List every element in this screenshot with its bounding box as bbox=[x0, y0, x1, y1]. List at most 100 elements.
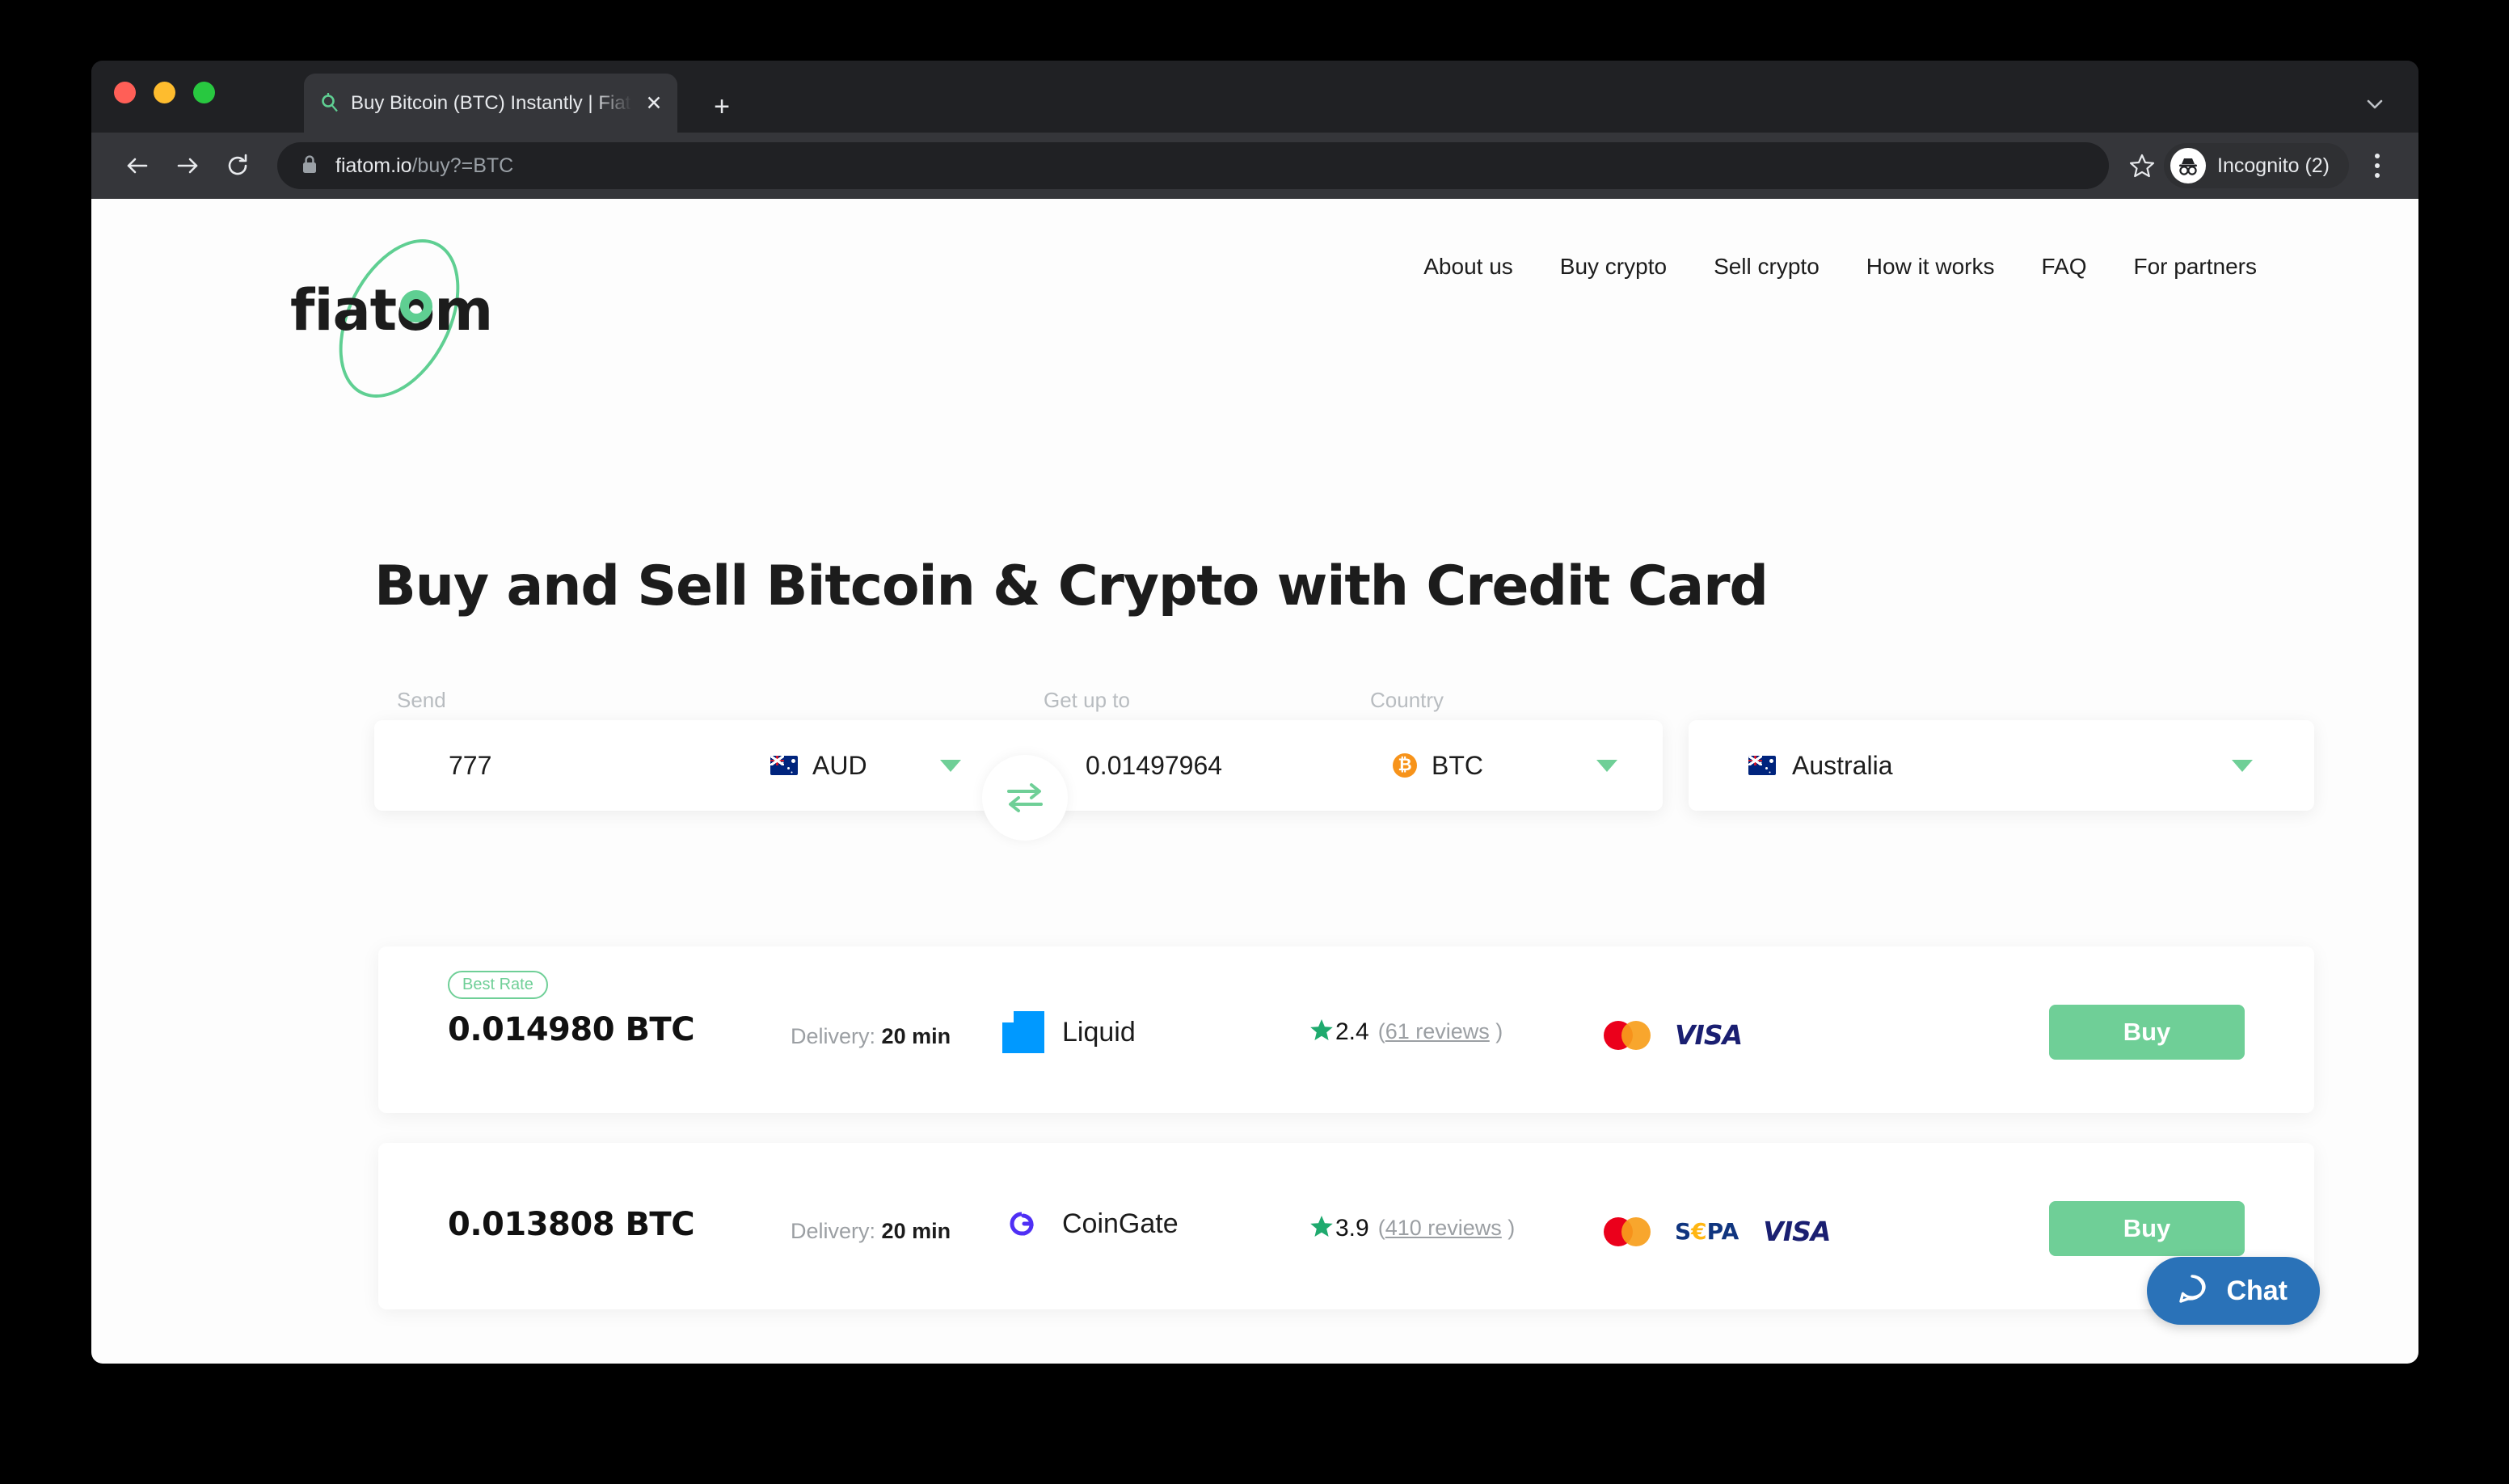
offer-row: 0.013808 BTC Delivery: 20 min CoinGate 3… bbox=[378, 1143, 2314, 1309]
main-navigation: About us Buy crypto Sell crypto How it w… bbox=[1423, 254, 2257, 280]
offer-delivery-label: Delivery: bbox=[791, 1219, 876, 1243]
minimize-window-button[interactable] bbox=[154, 82, 175, 103]
browser-toolbar: fiatom.io/buy?=BTC Incognito (2) bbox=[91, 133, 2418, 199]
nav-item-about-us[interactable]: About us bbox=[1423, 254, 1513, 280]
sepa-icon: S€PA bbox=[1675, 1218, 1739, 1245]
mastercard-icon bbox=[1604, 1216, 1651, 1246]
window-traffic-lights bbox=[114, 82, 215, 103]
bookmark-star-icon[interactable] bbox=[2120, 144, 2164, 188]
page-title: Buy and Sell Bitcoin & Crypto with Credi… bbox=[374, 554, 1769, 618]
get-currency-caret-icon[interactable] bbox=[1596, 760, 1617, 772]
get-currency-selector[interactable]: ₿ BTC bbox=[1393, 751, 1483, 781]
offer-rating: 2.4 (61 reviews ) bbox=[1309, 1018, 1503, 1046]
offer-payment-methods: S€PA VISA bbox=[1604, 1216, 1831, 1247]
swap-arrows-icon bbox=[1007, 783, 1043, 812]
visa-icon: VISA bbox=[1675, 1019, 1743, 1051]
nav-item-faq[interactable]: FAQ bbox=[2041, 254, 2086, 280]
offer-rating-value: 2.4 bbox=[1335, 1018, 1369, 1045]
fiatom-logo[interactable]: fiatom bbox=[280, 219, 523, 418]
new-tab-button[interactable]: + bbox=[706, 91, 738, 124]
offer-provider[interactable]: Liquid bbox=[1002, 1011, 1136, 1053]
buy-button[interactable]: Buy bbox=[2049, 1201, 2245, 1256]
offer-provider-name: Liquid bbox=[1062, 1016, 1136, 1048]
best-rate-badge: Best Rate bbox=[448, 971, 548, 999]
offer-rating-value: 3.9 bbox=[1335, 1214, 1369, 1242]
buy-button[interactable]: Buy bbox=[2049, 1005, 2245, 1060]
country-panel[interactable]: Australia bbox=[1689, 720, 2314, 811]
offer-row: Best Rate 0.014980 BTC Delivery: 20 min … bbox=[378, 946, 2314, 1113]
bitcoin-icon: ₿ bbox=[1393, 753, 1417, 778]
profile-incognito-button[interactable]: Incognito (2) bbox=[2164, 143, 2349, 188]
close-tab-icon[interactable]: ✕ bbox=[642, 91, 666, 116]
maximize-window-button[interactable] bbox=[193, 82, 215, 103]
browser-window: Buy Bitcoin (BTC) Instantly | Fiatom ✕ + bbox=[91, 61, 2418, 1364]
tab-strip: Buy Bitcoin (BTC) Instantly | Fiatom ✕ + bbox=[91, 61, 2418, 133]
incognito-icon bbox=[2170, 148, 2207, 183]
country-value: Australia bbox=[1792, 750, 1893, 780]
offer-amount: 0.014980 BTC bbox=[448, 1011, 695, 1048]
lock-icon bbox=[300, 154, 319, 179]
url-text: fiatom.io/buy?=BTC bbox=[335, 154, 513, 178]
url-path: /buy?=BTC bbox=[411, 154, 514, 177]
offer-reviews-count: 410 reviews bbox=[1385, 1216, 1502, 1240]
country-label: Country bbox=[1370, 688, 1444, 712]
star-icon bbox=[1309, 1018, 1334, 1046]
offer-payment-methods: VISA bbox=[1604, 1019, 1743, 1051]
fiatom-favicon-icon bbox=[318, 92, 341, 115]
get-currency-code: BTC bbox=[1432, 750, 1483, 780]
url-host: fiatom.io bbox=[335, 154, 412, 177]
close-window-button[interactable] bbox=[114, 82, 136, 103]
send-currency-caret-icon[interactable] bbox=[940, 760, 961, 772]
swap-currencies-button[interactable] bbox=[982, 755, 1068, 841]
get-up-to-label: Get up to bbox=[1044, 688, 1130, 712]
chat-widget-button[interactable]: Chat bbox=[2147, 1257, 2320, 1325]
page-viewport: fiatom About us Buy crypto Sell crypto H… bbox=[91, 199, 2418, 1364]
offer-reviews-link[interactable]: (410 reviews ) bbox=[1378, 1216, 1516, 1241]
send-currency-selector[interactable]: AUD bbox=[770, 751, 867, 781]
site-header: fiatom About us Buy crypto Sell crypto H… bbox=[91, 199, 2418, 418]
offer-reviews-count: 61 reviews bbox=[1385, 1019, 1490, 1043]
profile-label: Incognito (2) bbox=[2217, 154, 2330, 177]
browser-tab[interactable]: Buy Bitcoin (BTC) Instantly | Fiatom ✕ bbox=[304, 74, 677, 133]
offer-provider[interactable]: CoinGate bbox=[1002, 1208, 1179, 1240]
browser-menu-icon[interactable] bbox=[2357, 143, 2397, 188]
nav-item-buy-crypto[interactable]: Buy crypto bbox=[1560, 254, 1667, 280]
send-currency-code: AUD bbox=[812, 750, 867, 780]
forward-button[interactable] bbox=[162, 141, 213, 191]
logo-wordmark: fiatom bbox=[290, 277, 493, 344]
country-caret-icon[interactable] bbox=[2232, 760, 2253, 772]
get-amount-input[interactable] bbox=[1086, 750, 1352, 781]
chat-label: Chat bbox=[2226, 1275, 2288, 1306]
back-button[interactable] bbox=[112, 141, 162, 191]
send-label: Send bbox=[397, 688, 446, 712]
offer-delivery-value: 20 min bbox=[881, 1219, 951, 1243]
offer-amount: 0.013808 BTC bbox=[448, 1206, 695, 1243]
logo-o-ring-icon bbox=[400, 290, 432, 323]
offer-provider-name: CoinGate bbox=[1062, 1208, 1179, 1239]
currency-pair-panel: AUD ₿ BTC bbox=[374, 720, 1663, 841]
nav-item-how-it-works[interactable]: How it works bbox=[1866, 254, 1995, 280]
send-amount-input[interactable] bbox=[449, 750, 691, 781]
au-flag-icon bbox=[1748, 756, 1776, 775]
liquid-logo-icon bbox=[1002, 1011, 1044, 1053]
mastercard-icon bbox=[1604, 1020, 1651, 1050]
au-flag-icon bbox=[770, 756, 798, 775]
offer-rating: 3.9 (410 reviews ) bbox=[1309, 1214, 1515, 1242]
nav-item-sell-crypto[interactable]: Sell crypto bbox=[1714, 254, 1820, 280]
exchange-widget: Send Get up to Country AUD bbox=[374, 688, 2314, 841]
reload-button[interactable] bbox=[213, 141, 263, 191]
offer-reviews-link[interactable]: (61 reviews ) bbox=[1378, 1019, 1503, 1044]
coingate-logo-icon bbox=[1002, 1208, 1044, 1240]
chevron-down-icon[interactable] bbox=[2360, 90, 2389, 119]
offer-delivery-label: Delivery: bbox=[791, 1024, 876, 1048]
offer-delivery-value: 20 min bbox=[881, 1024, 951, 1048]
offer-delivery: Delivery: 20 min bbox=[791, 1024, 951, 1049]
star-icon bbox=[1309, 1214, 1334, 1242]
speech-bubble-icon bbox=[2174, 1271, 2210, 1311]
visa-icon: VISA bbox=[1763, 1216, 1831, 1247]
tab-title: Buy Bitcoin (BTC) Instantly | Fiatom bbox=[351, 91, 632, 114]
nav-item-for-partners[interactable]: For partners bbox=[2134, 254, 2258, 280]
address-bar[interactable]: fiatom.io/buy?=BTC bbox=[277, 142, 2110, 189]
country-selector[interactable]: Australia bbox=[1748, 751, 1893, 781]
offer-delivery: Delivery: 20 min bbox=[791, 1219, 951, 1244]
